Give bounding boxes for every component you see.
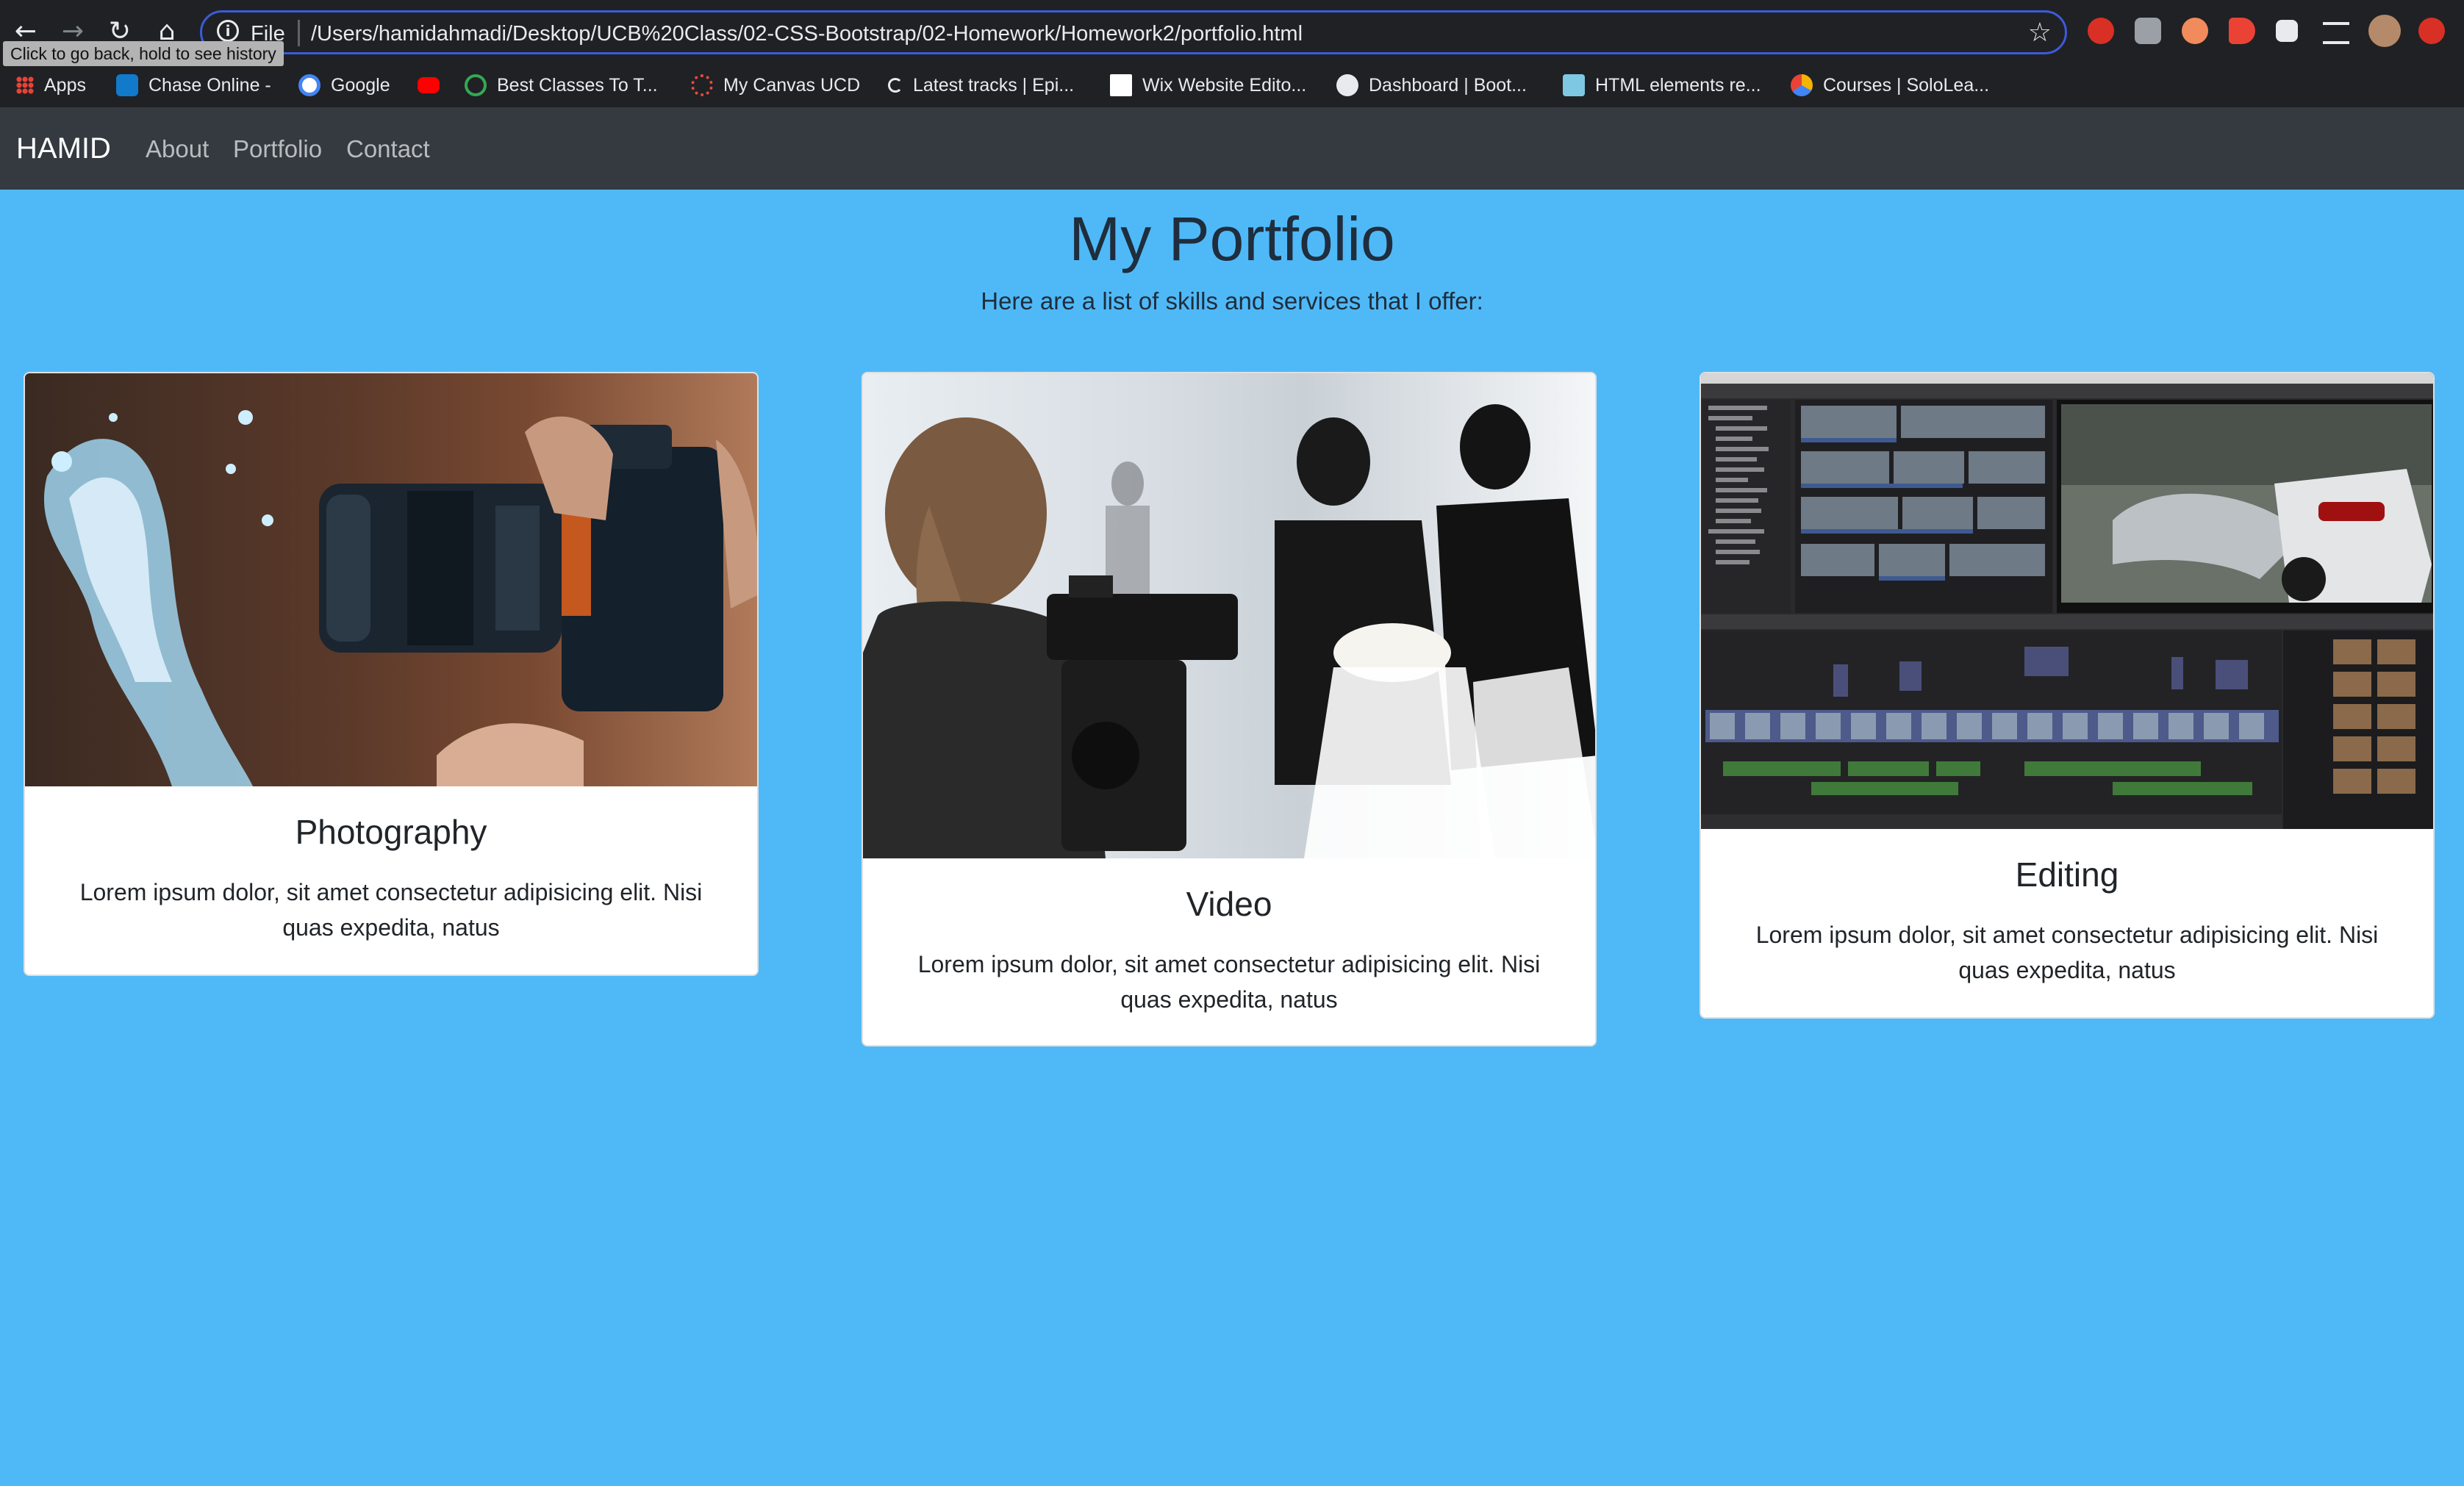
card-photography: Photography Lorem ipsum dolor, sit amet … (24, 372, 759, 976)
card-text: Lorem ipsum dolor, sit amet consectetur … (1755, 922, 2379, 983)
bookmark-label: Best Classes To T... (497, 74, 658, 96)
globe-icon (1336, 74, 1358, 96)
bookmark-bootstrap[interactable]: Dashboard | Boot... (1336, 65, 1527, 106)
bookmark-label: Courses | SoloLea... (1823, 74, 1990, 96)
card-title: Editing (2015, 855, 2119, 894)
gear-logo-icon (465, 74, 487, 96)
camera-water-splash-photo (25, 373, 757, 786)
site-navbar: HAMID About Portfolio Contact (0, 107, 2464, 190)
bookmark-star-icon[interactable]: ☆ (2028, 15, 2052, 51)
card-text: Lorem ipsum dolor, sit amet consectetur … (917, 951, 1541, 1013)
video-editor-screenshot (1701, 373, 2433, 829)
bookmark-chase[interactable]: Chase Online - (116, 65, 271, 106)
bookmark-label: Chase Online - (148, 74, 271, 96)
card-video: Video Lorem ipsum dolor, sit amet consec… (862, 372, 1597, 1047)
red-arrow-icon[interactable] (2229, 18, 2255, 44)
url-separator (298, 20, 300, 46)
page-subtitle: Here are a list of skills and services t… (981, 287, 1483, 315)
sololearn-logo-icon (1791, 74, 1813, 96)
bookmark-label: Apps (44, 74, 86, 96)
nav-link-portfolio[interactable]: Portfolio (233, 132, 322, 166)
bookmarks-bar: Apps Chase Online - Google Best Classes … (0, 65, 2464, 106)
card-editing: Editing Lorem ipsum dolor, sit amet cons… (1700, 372, 2435, 1019)
bookmark-label: Wix Website Edito... (1142, 74, 1307, 96)
nav-link-about[interactable]: About (146, 132, 209, 166)
site-info-icon[interactable]: i (217, 20, 239, 42)
wedding-videographer-photo (863, 373, 1595, 858)
browser-toolbar: ← → ↻ ⌂ i File /Users/hamidahmadi/Deskto… (0, 0, 2464, 107)
navbar-brand[interactable]: HAMID (16, 129, 111, 168)
bookmark-sololearn[interactable]: Courses | SoloLea... (1791, 65, 1989, 106)
card-text: Lorem ipsum dolor, sit amet consectetur … (79, 879, 703, 941)
google-logo-icon (298, 74, 320, 96)
update-icon[interactable] (2418, 18, 2445, 44)
red-shield-icon[interactable] (2088, 18, 2114, 44)
url-text[interactable]: /Users/hamidahmadi/Desktop/UCB%20Class/0… (311, 20, 1303, 48)
bookmark-google[interactable]: Google (298, 65, 390, 106)
card-title: Photography (295, 813, 487, 851)
back-button-tooltip: Click to go back, hold to see history (3, 41, 284, 66)
bookmark-label: Google (331, 74, 390, 96)
profile-avatar-icon[interactable] (2368, 15, 2401, 47)
bookmark-html-elements[interactable]: HTML elements re... (1563, 65, 1761, 106)
apps-grid-icon (16, 76, 34, 94)
bookmark-canvas[interactable]: My Canvas UCD (691, 65, 860, 106)
nav-link-contact[interactable]: Contact (346, 132, 430, 166)
playlist-icon[interactable] (2323, 22, 2349, 44)
bookmark-label: Latest tracks | Epi... (913, 74, 1075, 96)
bookmark-label: Dashboard | Boot... (1369, 74, 1527, 96)
bookmark-youtube[interactable] (418, 65, 450, 106)
text-extension-icon[interactable] (2135, 18, 2161, 44)
page-title: My Portfolio (1069, 204, 1395, 273)
address-bar[interactable]: i File /Users/hamidahmadi/Desktop/UCB%20… (200, 10, 2067, 54)
bookmark-label: My Canvas UCD (723, 74, 861, 96)
bookmark-epidemic[interactable]: Latest tracks | Epi... (888, 65, 1074, 106)
card-title: Video (1186, 885, 1272, 923)
bookmark-wix[interactable]: Wix Website Edito... (1110, 65, 1306, 106)
puzzle-icon[interactable] (2276, 20, 2298, 42)
canvas-logo-icon (691, 74, 713, 96)
orange-face-icon[interactable] (2182, 18, 2208, 44)
epidemic-logo-icon (888, 78, 903, 93)
bookmark-label: HTML elements re... (1595, 74, 1761, 96)
youtube-logo-icon (418, 77, 440, 93)
chase-logo-icon (116, 74, 138, 96)
wix-logo-icon (1110, 74, 1132, 96)
bookmark-best-classes[interactable]: Best Classes To T... (465, 65, 658, 106)
mdn-logo-icon (1563, 74, 1585, 96)
bookmark-apps[interactable]: Apps (16, 65, 86, 106)
